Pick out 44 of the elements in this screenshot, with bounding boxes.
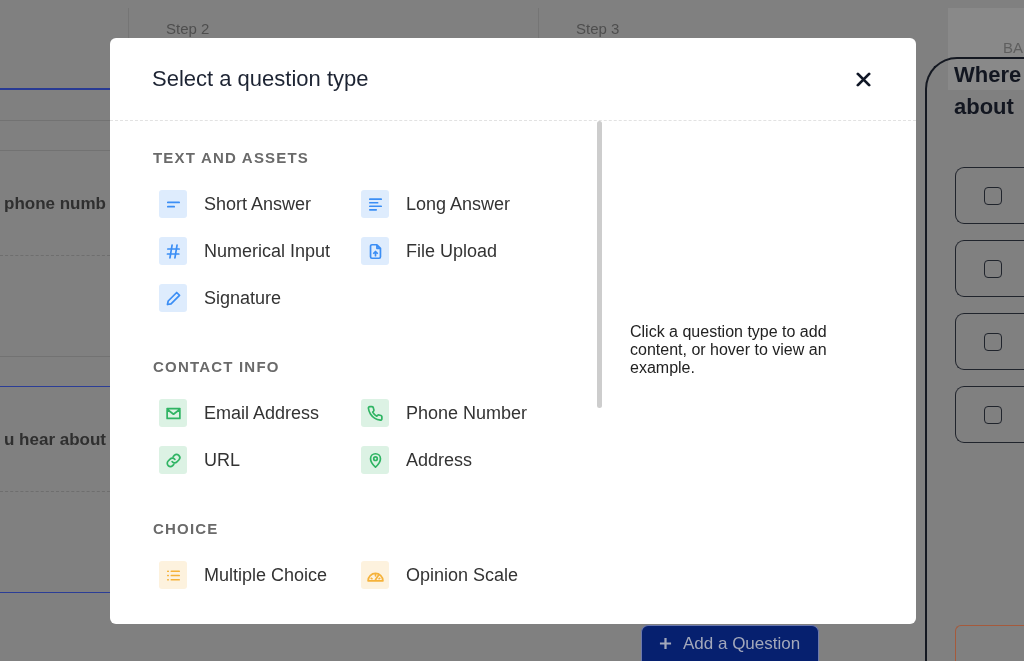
outlined-field	[955, 625, 1024, 661]
question-title: u hear about	[3, 429, 107, 450]
question-type-option[interactable]: Numerical Input	[153, 233, 337, 269]
question-type-option[interactable]: Opinion Scale	[355, 557, 525, 593]
hint-text: Click a question type to add content, or hover to view an example.	[630, 323, 828, 377]
question-type-option[interactable]: Phone Number	[355, 395, 534, 431]
close-icon[interactable]	[856, 71, 871, 87]
envelope-icon	[159, 399, 187, 427]
preview-question-text: Where	[954, 61, 1023, 89]
plus-icon	[659, 637, 672, 650]
phone-icon	[361, 399, 389, 427]
checkbox[interactable]	[984, 259, 1002, 278]
add-question-button[interactable]: Add a Question	[641, 625, 819, 661]
map-pin-icon	[361, 446, 389, 474]
answer-option[interactable]	[955, 240, 1024, 297]
section-heading: CONTACT INFO	[153, 358, 281, 376]
question-type-option[interactable]: Address	[355, 442, 479, 478]
section-heading: TEXT AND ASSETS	[153, 149, 311, 167]
pencil-icon	[159, 284, 187, 312]
question-type-option[interactable]: URL	[153, 442, 246, 478]
file-upload-icon	[361, 237, 389, 265]
dialog-title: Select a question type	[152, 66, 369, 92]
link-icon	[159, 446, 187, 474]
answer-option[interactable]	[955, 167, 1024, 224]
gauge-icon	[361, 561, 389, 589]
question-type-option[interactable]: Multiple Choice	[153, 557, 334, 593]
preview-question-text: about	[954, 93, 1015, 121]
answer-option[interactable]	[955, 386, 1024, 443]
question-title: phone numb	[3, 193, 107, 214]
short-lines-icon	[159, 190, 187, 218]
question-type-option[interactable]: Long Answer	[355, 186, 517, 222]
answer-option[interactable]	[955, 313, 1024, 370]
text-lines-icon	[361, 190, 389, 218]
checkbox[interactable]	[984, 332, 1002, 351]
question-type-option[interactable]: File Upload	[355, 233, 504, 269]
hash-icon	[159, 237, 187, 265]
section-heading: CHOICE	[153, 520, 220, 538]
checkbox[interactable]	[984, 186, 1002, 205]
question-type-option[interactable]: Short Answer	[153, 186, 318, 222]
question-type-option[interactable]: Signature	[153, 280, 288, 316]
checkbox[interactable]	[984, 405, 1002, 424]
list-icon	[159, 561, 187, 589]
scrollbar[interactable]	[597, 121, 602, 408]
question-type-option[interactable]: Email Address	[153, 395, 326, 431]
